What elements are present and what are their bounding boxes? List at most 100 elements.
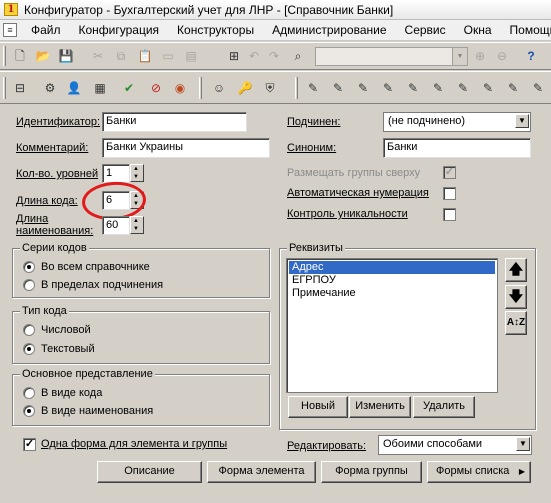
- search-combo[interactable]: ▼: [315, 47, 468, 66]
- arrow-down-icon: 🡇: [508, 288, 524, 304]
- user-icon[interactable]: ☺: [211, 80, 227, 96]
- main-view-title: Основное представление: [20, 368, 155, 380]
- arrow-up-icon: 🡅: [508, 261, 524, 277]
- access-icon[interactable]: 🔑: [237, 80, 253, 96]
- menu-file[interactable]: Файл: [22, 23, 70, 37]
- radio-button[interactable]: [23, 405, 35, 417]
- help-icon[interactable]: ?: [523, 48, 539, 64]
- edit-requisite-button[interactable]: Изменить: [349, 396, 411, 418]
- code-length-label: Длина кода:: [16, 195, 78, 207]
- window-title: Конфигуратор - Бухгалтерский учет для ЛН…: [24, 3, 394, 17]
- menu-windows[interactable]: Окна: [455, 23, 501, 37]
- wizard-icon-8[interactable]: ✎: [480, 80, 496, 96]
- comment-field[interactable]: Банки Украины: [102, 138, 270, 158]
- search-prev-icon[interactable]: ⊖: [494, 48, 510, 64]
- auto-numbering-checkbox[interactable]: [443, 187, 456, 200]
- search-next-icon[interactable]: ⊕: [472, 48, 488, 64]
- users-icon[interactable]: 👤: [66, 80, 82, 96]
- menu-administration[interactable]: Администрирование: [263, 23, 395, 37]
- one-form-checkbox[interactable]: ✓: [23, 438, 36, 451]
- new-requisite-button[interactable]: Новый: [288, 396, 348, 418]
- levels-label: Кол-во. уровней: [16, 168, 99, 180]
- move-down-button[interactable]: 🡇: [505, 285, 527, 309]
- levels-field[interactable]: 1: [102, 164, 130, 183]
- group-form-button[interactable]: Форма группы: [321, 461, 422, 483]
- edit-mode-select[interactable]: Обоими способами ▼: [378, 435, 532, 455]
- delete-requisite-button[interactable]: Удалить: [413, 396, 475, 418]
- radio-button[interactable]: [23, 279, 35, 291]
- comment-label: Комментарий:: [16, 142, 89, 154]
- wizard-icon-10[interactable]: ✎: [530, 80, 546, 96]
- uniqueness-checkbox[interactable]: [443, 208, 456, 221]
- chevron-down-icon[interactable]: ▼: [516, 437, 530, 451]
- wizard-icon-7[interactable]: ✎: [455, 80, 471, 96]
- menu-help[interactable]: Помощь: [501, 23, 551, 37]
- open-folder-icon[interactable]: 📂: [35, 48, 51, 64]
- list-item[interactable]: Адрес: [289, 261, 495, 274]
- toolbar-grip[interactable]: [3, 46, 6, 66]
- properties-icon[interactable]: ▤: [183, 48, 199, 64]
- metadata-tree-icon[interactable]: ⊟: [12, 80, 28, 96]
- wizard-icon-5[interactable]: ✎: [405, 80, 421, 96]
- list-item[interactable]: ЕГРПОУ: [289, 274, 495, 287]
- one-form-label: Одна форма для элемента и группы: [41, 438, 228, 450]
- radio-button[interactable]: [23, 261, 35, 273]
- redo-icon[interactable]: ↷: [266, 48, 282, 64]
- description-button[interactable]: Описание: [97, 461, 202, 483]
- code-series-group: Серии кодов Во всем справочнике В предел…: [12, 242, 270, 298]
- cut-icon[interactable]: ✂: [90, 48, 106, 64]
- identifier-field[interactable]: Банки: [102, 112, 247, 132]
- chevron-down-icon[interactable]: ▼: [515, 114, 529, 128]
- sort-button[interactable]: A↕Z: [505, 311, 527, 335]
- menu-service[interactable]: Сервис: [396, 23, 455, 37]
- arrow-down-icon[interactable]: ▼: [133, 226, 139, 232]
- wizard-icon-6[interactable]: ✎: [430, 80, 446, 96]
- name-length-stepper[interactable]: ▲ ▼: [130, 216, 144, 234]
- wizard-icon-1[interactable]: ✎: [305, 80, 321, 96]
- requisites-list[interactable]: Адрес ЕГРПОУ Примечание: [286, 258, 498, 393]
- app-logo-icon: 1: [4, 3, 18, 16]
- find-binoculars-icon[interactable]: ⌕: [290, 48, 306, 64]
- rights-icon[interactable]: ⛨: [262, 80, 278, 96]
- element-form-button[interactable]: Форма элемента: [207, 461, 316, 483]
- wizard-icon-4[interactable]: ✎: [380, 80, 396, 96]
- radio-button[interactable]: [23, 324, 35, 336]
- debug-icon[interactable]: ◉: [172, 80, 188, 96]
- list-forms-button[interactable]: Формы списка ▶: [427, 461, 531, 483]
- name-length-field[interactable]: 60: [102, 216, 130, 235]
- subordinate-select[interactable]: (не подчинено) ▼: [383, 112, 531, 132]
- undo-icon[interactable]: ↶: [246, 48, 262, 64]
- stop-icon[interactable]: ⊘: [148, 80, 164, 96]
- radio-label: Во всем справочнике: [41, 261, 150, 273]
- synonym-field[interactable]: Банки: [383, 138, 531, 158]
- chevron-down-icon[interactable]: ▼: [452, 48, 467, 65]
- syntax-helper-icon[interactable]: ⊞: [226, 48, 242, 64]
- radio-button[interactable]: [23, 387, 35, 399]
- wizard-icon-2[interactable]: ✎: [330, 80, 346, 96]
- arrow-up-icon[interactable]: ▲: [133, 218, 139, 224]
- table-icon[interactable]: ▦: [92, 80, 108, 96]
- radio-button[interactable]: [23, 343, 35, 355]
- menu-configuration[interactable]: Конфигурация: [70, 23, 169, 37]
- paste-icon[interactable]: 📋: [137, 48, 153, 64]
- standard-toolbar: 🗋 📂 💾 ✂ ⧉ 📋 ▭ ▤ ⊞ ↶ ↷ ⌕ ▼ ⊕ ⊖ ?: [0, 42, 551, 70]
- arrow-down-icon[interactable]: ▼: [133, 174, 139, 180]
- code-series-title: Серии кодов: [20, 242, 89, 254]
- arrow-up-icon[interactable]: ▲: [133, 166, 139, 172]
- levels-stepper[interactable]: ▲ ▼: [130, 164, 144, 182]
- menu-constructors[interactable]: Конструкторы: [168, 23, 263, 37]
- delete-icon[interactable]: ▭: [160, 48, 176, 64]
- save-icon[interactable]: 💾: [58, 48, 74, 64]
- groups-top-checkbox[interactable]: ✓: [443, 166, 456, 179]
- check-icon[interactable]: ✔: [121, 80, 137, 96]
- wizard-icon-9[interactable]: ✎: [505, 80, 521, 96]
- document-icon[interactable]: ≡: [3, 23, 17, 37]
- wizard-icon-3[interactable]: ✎: [355, 80, 371, 96]
- copy-icon[interactable]: ⧉: [113, 48, 129, 64]
- list-item[interactable]: Примечание: [289, 287, 495, 300]
- configuration-icon[interactable]: ⚙: [42, 80, 58, 96]
- new-document-icon[interactable]: 🗋: [12, 48, 28, 64]
- move-up-button[interactable]: 🡅: [505, 258, 527, 282]
- toolbar-grip[interactable]: [3, 77, 6, 99]
- main-view-group: Основное представление В виде кода В вид…: [12, 368, 270, 426]
